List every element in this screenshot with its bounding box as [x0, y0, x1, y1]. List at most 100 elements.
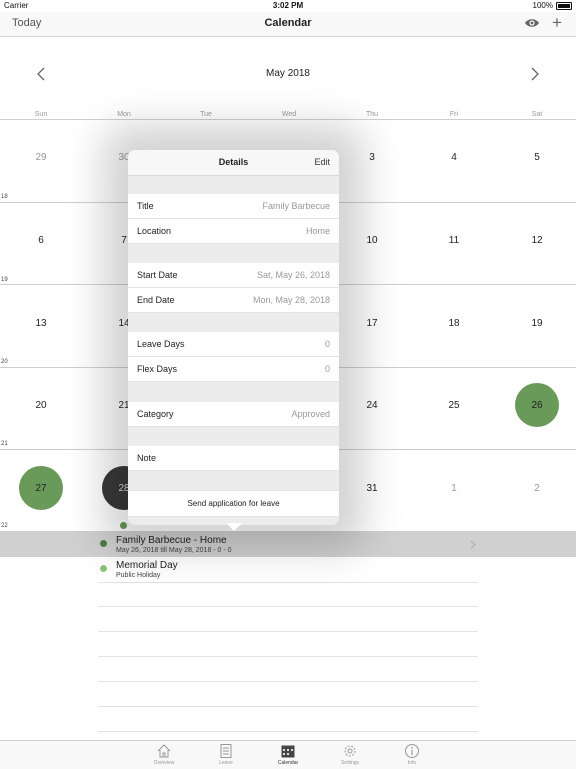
send-application-label: Send application for leave [187, 499, 280, 508]
event-dot [100, 565, 107, 572]
calendar-day[interactable]: 1 [434, 483, 474, 494]
battery-percent: 100% [532, 1, 553, 10]
calendar-day[interactable]: 12 [517, 235, 557, 246]
calendar-day-number: 27 [35, 482, 47, 494]
weekday-label: Fri [449, 111, 459, 118]
detail-label: Location [137, 226, 172, 236]
calendar-day-leave[interactable]: 26 [515, 383, 559, 427]
calendar-day[interactable]: 13 [21, 318, 61, 329]
edit-button[interactable]: Edit [314, 157, 330, 167]
list-separator [98, 731, 478, 732]
add-icon[interactable]: + [552, 14, 562, 31]
detail-value: Family Barbecue [262, 201, 330, 211]
event-subtitle: Public Holiday [116, 572, 161, 579]
tab-label: Leave [219, 760, 233, 766]
detail-row-title[interactable]: Title Family Barbecue [128, 194, 339, 219]
week-number: 21 [1, 441, 8, 447]
calendar-day[interactable]: 19 [517, 318, 557, 329]
tab-bar: Overview Leave Calendar Settings Info [0, 740, 576, 769]
detail-label: Flex Days [137, 364, 178, 374]
details-popover: Details Edit Title Family Barbecue Locat… [128, 150, 339, 525]
calendar-day[interactable]: 17 [352, 318, 392, 329]
list-icon [220, 744, 232, 758]
list-separator [98, 631, 478, 632]
weekday-label: Wed [281, 111, 297, 118]
calendar-day[interactable]: 10 [352, 235, 392, 246]
calendar-day[interactable]: 5 [517, 152, 557, 163]
weekday-label: Sat [531, 111, 543, 118]
tab-label: Overview [153, 760, 175, 766]
event-row-selected[interactable]: Family Barbecue - Home May 26, 2018 till… [0, 532, 576, 557]
calendar-day[interactable]: 3 [352, 152, 392, 163]
weekday-label: Mon [117, 111, 131, 118]
month-label: May 2018 [266, 68, 310, 79]
detail-row-leave-days[interactable]: Leave Days 0 [128, 332, 339, 357]
chevron-right-icon[interactable] [529, 66, 541, 82]
calendar-day[interactable]: 25 [434, 400, 474, 411]
detail-row-start-date[interactable]: Start Date Sat, May 26, 2018 [128, 263, 339, 288]
calendar-day[interactable]: 31 [352, 483, 392, 494]
calendar-day-leave[interactable]: 27 [19, 466, 63, 510]
calendar-day-number: 26 [531, 399, 543, 411]
list-separator [98, 606, 478, 607]
calendar-day[interactable]: 2 [517, 483, 557, 494]
send-application-button[interactable]: Send application for leave [128, 490, 339, 517]
weekday-label: Tue [200, 111, 212, 118]
calendar-day[interactable]: 20 [21, 400, 61, 411]
page-title: Calendar [264, 17, 312, 29]
calendar-icon [281, 745, 295, 758]
detail-row-note[interactable]: Note [128, 446, 339, 471]
detail-value: Home [305, 226, 330, 236]
calendar-day[interactable]: 29 [21, 152, 61, 163]
list-separator [98, 706, 478, 707]
detail-row-category[interactable]: Category Approved [128, 402, 339, 427]
house-icon [157, 744, 171, 758]
detail-row-end-date[interactable]: End Date Mon, May 28, 2018 [128, 288, 339, 313]
detail-row-location[interactable]: Location Home [128, 219, 339, 244]
detail-value: 0 [324, 339, 330, 349]
chevron-right-icon [470, 540, 476, 549]
clock: 3:02 PM [272, 1, 304, 10]
popover-header: Details Edit [128, 150, 339, 176]
tab-overview[interactable]: Overview [139, 741, 189, 769]
weekday-label: Sun [34, 111, 48, 118]
tab-info[interactable]: Info [387, 741, 437, 769]
week-number: 20 [1, 359, 8, 365]
battery-status: 100% [533, 1, 572, 10]
detail-label: Leave Days [137, 339, 185, 349]
eye-icon[interactable] [524, 15, 540, 31]
calendar-day[interactable]: 24 [352, 400, 392, 411]
event-title: Family Barbecue - Home [116, 535, 227, 546]
week-number: 22 [1, 523, 8, 529]
detail-value: Approved [291, 409, 330, 419]
event-subtitle: May 26, 2018 till May 28, 2018 - 0 - 0 [116, 547, 232, 554]
event-dot [100, 540, 107, 547]
detail-label: Category [137, 409, 174, 419]
detail-label: Start Date [137, 270, 178, 280]
navigation-bar: Today Calendar + [0, 12, 576, 37]
tab-label: Calendar [277, 760, 299, 766]
week-number: 19 [1, 277, 8, 283]
tab-settings[interactable]: Settings [325, 741, 375, 769]
calendar-day[interactable]: 4 [434, 152, 474, 163]
list-separator [98, 582, 478, 583]
event-indicator-dot [120, 522, 127, 529]
detail-row-flex-days[interactable]: Flex Days 0 [128, 357, 339, 382]
popover-arrow [226, 523, 242, 531]
tab-calendar[interactable]: Calendar [263, 741, 313, 769]
calendar-day[interactable]: 18 [434, 318, 474, 329]
popover-title: Details [218, 157, 249, 167]
calendar-day[interactable]: 11 [434, 235, 474, 246]
tab-leave[interactable]: Leave [201, 741, 251, 769]
tab-label: Info [407, 760, 417, 766]
tab-label: Settings [340, 760, 360, 766]
gear-icon [344, 745, 356, 757]
detail-value: Sat, May 26, 2018 [256, 270, 330, 280]
calendar-day[interactable]: 6 [21, 235, 61, 246]
detail-value: 0 [324, 364, 330, 374]
grid-line [0, 119, 576, 120]
list-separator [98, 681, 478, 682]
event-row[interactable]: Memorial Day Public Holiday [0, 557, 576, 583]
detail-label: Title [137, 201, 154, 211]
battery-icon [556, 1, 572, 10]
